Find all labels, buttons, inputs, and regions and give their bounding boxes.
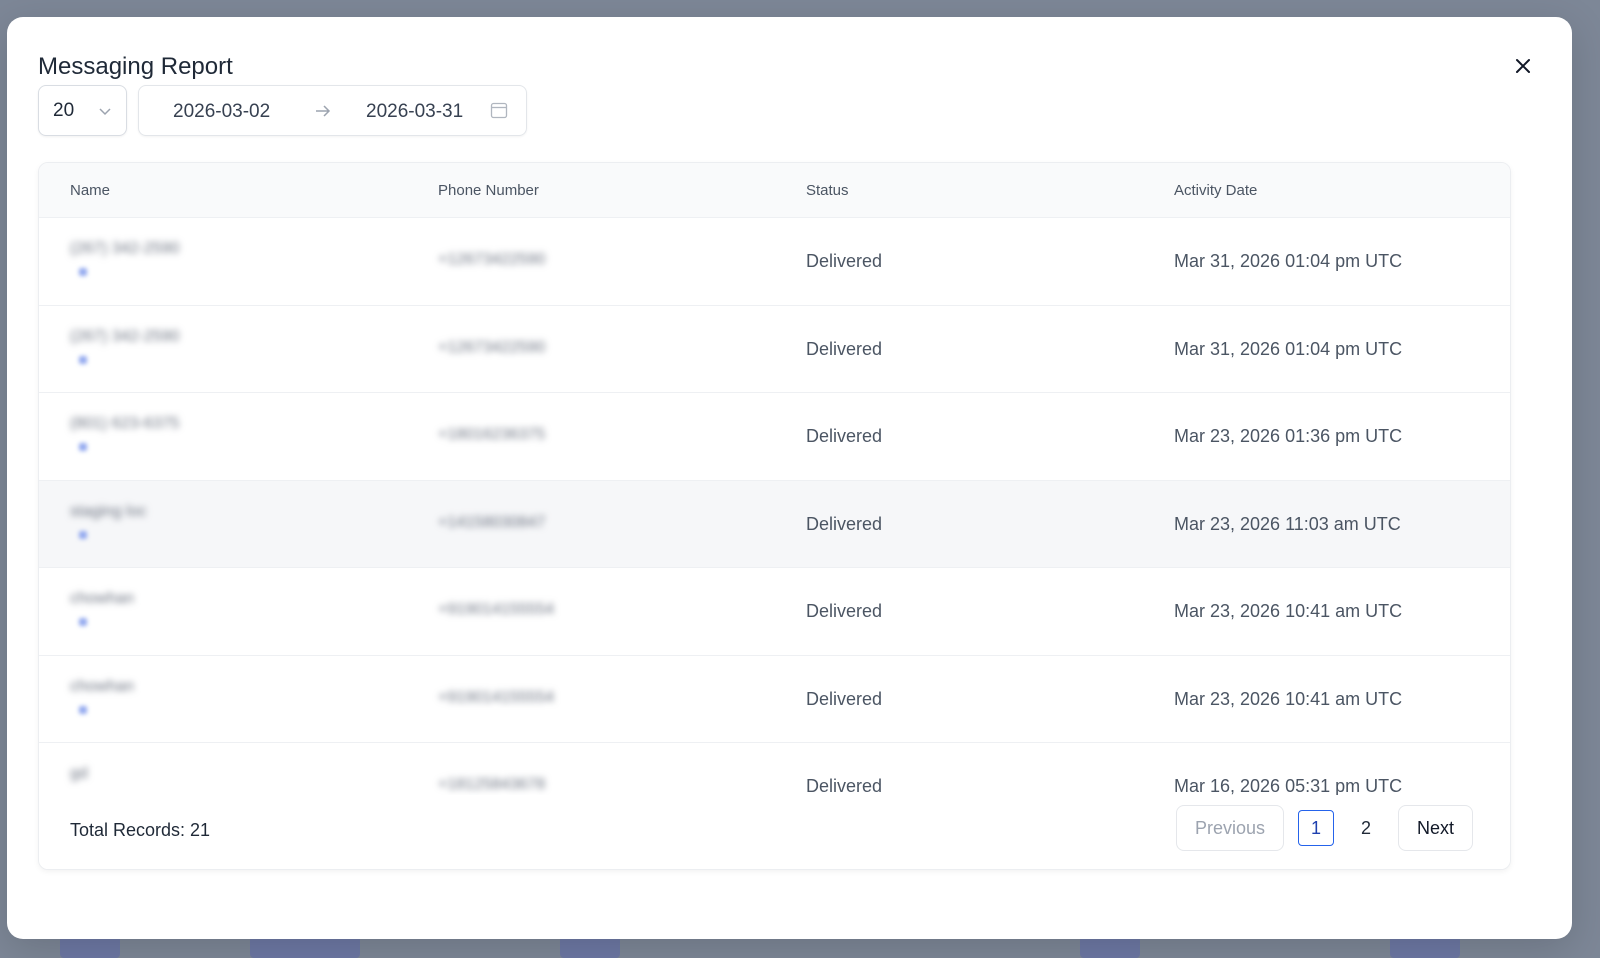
row-status: Delivered [806,601,883,621]
row-name: (801) 623-6375 [70,415,180,432]
row-name: (267) 342-2590 [70,240,180,257]
channel-badge [79,618,87,626]
table-row[interactable]: (801) 623-6375 +18016236375 Delivered Ma… [39,393,1510,481]
row-name: (267) 342-2590 [70,327,180,345]
row-phone: +12673422590 [438,251,546,268]
date-range-picker[interactable]: 2026-03-02 2026-03-31 [138,85,527,136]
row-name: chowhan [70,590,135,607]
row-date: Mar 31, 2026 01:04 pm UTC [1174,338,1403,359]
table-footer: Total Records: 21 Previous 1 2 Next [39,795,1510,869]
column-header-activity-date[interactable]: Activity Date [1174,182,1257,199]
modal-title: Messaging Report [38,53,233,80]
page-2-button[interactable]: 2 [1348,810,1384,846]
table-row[interactable]: chowhan +919014155554 Delivered Mar 23, … [39,656,1510,743]
table-row[interactable]: (267) 342-2590 +12673422590 Delivered Ma… [39,306,1510,393]
column-header-status[interactable]: Status [806,182,849,199]
channel-badge [79,268,87,276]
report-table: Name Phone Number Status Activity Date (… [38,162,1511,870]
row-date: Mar 23, 2026 11:03 am UTC [1174,513,1401,534]
date-start-input[interactable]: 2026-03-02 [173,101,270,123]
row-status: Delivered [806,426,883,446]
chevron-down-icon [98,104,112,118]
close-icon [1516,59,1530,73]
page-1-button[interactable]: 1 [1297,810,1334,846]
close-button[interactable] [1510,53,1536,79]
page-size-select[interactable]: 20 [38,85,127,136]
channel-badge [79,530,87,539]
row-date: Mar 16, 2026 05:31 pm UTC [1174,776,1403,795]
table-row[interactable]: gd +18125843678 Delivered Mar 16, 2026 0… [39,743,1510,795]
row-phone: +18016236375 [438,426,546,443]
row-phone: +18125843678 [438,776,546,793]
column-header-name[interactable]: Name [70,182,110,199]
table-header: Name Phone Number Status Activity Date [39,163,1510,218]
row-phone: +919014155554 [438,601,555,618]
row-phone: +12673422590 [438,338,546,356]
row-status: Delivered [806,776,883,795]
row-date: Mar 23, 2026 10:41 am UTC [1174,688,1403,709]
arrow-right-icon [314,102,332,120]
row-status: Delivered [806,251,883,271]
next-button[interactable]: Next [1397,805,1473,851]
date-end-input[interactable]: 2026-03-31 [366,101,463,123]
row-status: Delivered [806,513,883,534]
previous-button[interactable]: Previous [1175,805,1284,851]
messaging-report-modal: Messaging Report 20 2026-03-02 2026-03-3… [7,17,1572,939]
table-row[interactable]: staging loc +14158030847 Delivered Mar 2… [39,480,1510,568]
table-body: (267) 342-2590 +12673422590 Delivered Ma… [39,218,1510,795]
row-name: chowhan [70,677,135,695]
row-phone: +14158030847 [438,513,546,531]
row-name: gd [70,765,88,782]
table-row[interactable]: (267) 342-2590 +12673422590 Delivered Ma… [39,218,1510,306]
total-records: Total Records: 21 [70,820,211,840]
page-size-value: 20 [53,99,75,121]
row-status: Delivered [806,338,883,359]
row-date: Mar 23, 2026 10:41 am UTC [1174,601,1403,621]
calendar-icon [490,101,508,119]
table-row[interactable]: chowhan +919014155554 Delivered Mar 23, … [39,568,1510,656]
row-phone: +919014155554 [438,688,555,706]
row-name: staging loc [70,502,147,520]
channel-badge [79,705,87,714]
row-status: Delivered [806,688,883,709]
row-date: Mar 23, 2026 01:36 pm UTC [1174,426,1403,446]
pagination: Previous 1 2 Next [1175,805,1473,851]
channel-badge [79,443,87,451]
column-header-phone[interactable]: Phone Number [438,182,539,199]
row-date: Mar 31, 2026 01:04 pm UTC [1174,251,1403,271]
channel-badge [79,355,87,364]
